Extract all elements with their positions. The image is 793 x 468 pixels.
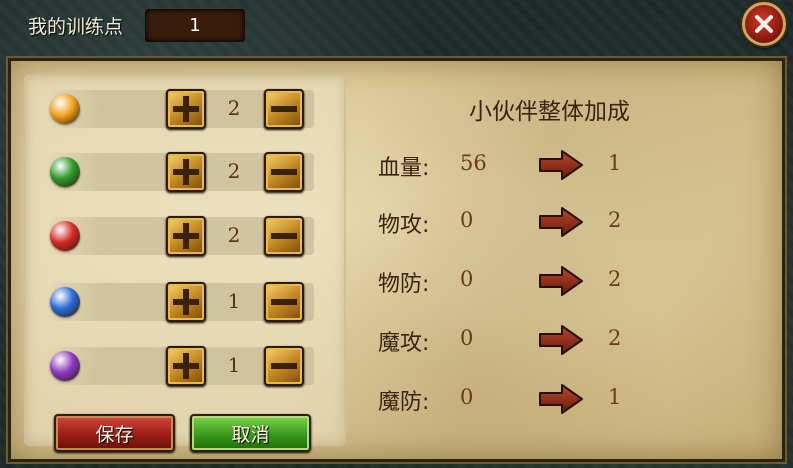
stat-value: 2 bbox=[227, 96, 241, 120]
bonus-label: 魔防: bbox=[378, 390, 430, 415]
bonus-label: 物防: bbox=[378, 272, 430, 297]
plus-icon bbox=[173, 159, 199, 185]
minus-icon bbox=[271, 169, 297, 175]
decrease-button[interactable] bbox=[264, 282, 304, 322]
minus-icon bbox=[271, 106, 297, 112]
training-panel bbox=[24, 74, 346, 446]
cancel-button[interactable]: 取消 bbox=[190, 414, 311, 452]
minus-icon bbox=[271, 299, 297, 305]
close-button[interactable] bbox=[742, 2, 786, 46]
red-orb-icon bbox=[50, 221, 80, 251]
arrow-right-icon bbox=[538, 149, 584, 181]
bonus-increase-value: 1 bbox=[608, 151, 622, 175]
plus-icon bbox=[173, 96, 199, 122]
plus-icon bbox=[173, 353, 199, 379]
stat-value: 1 bbox=[227, 353, 241, 377]
save-button[interactable]: 保存 bbox=[54, 414, 175, 452]
bonus-label: 物攻: bbox=[378, 213, 430, 238]
training-points-value: 1 bbox=[145, 9, 245, 42]
increase-button[interactable] bbox=[166, 216, 206, 256]
plus-icon bbox=[173, 223, 199, 249]
minus-icon bbox=[271, 233, 297, 239]
blue-orb-icon bbox=[50, 287, 80, 317]
increase-button[interactable] bbox=[166, 89, 206, 129]
decrease-button[interactable] bbox=[264, 216, 304, 256]
minus-icon bbox=[271, 363, 297, 369]
bonus-current-value: 56 bbox=[460, 151, 487, 175]
bonus-label: 血量: bbox=[378, 156, 430, 181]
arrow-right-icon bbox=[538, 324, 584, 356]
stat-value: 1 bbox=[227, 289, 241, 313]
bonus-title: 小伙伴整体加成 bbox=[469, 99, 630, 125]
training-points-label: 我的训练点 bbox=[28, 16, 124, 38]
decrease-button[interactable] bbox=[264, 346, 304, 386]
arrow-right-icon bbox=[538, 206, 584, 238]
bonus-current-value: 0 bbox=[460, 208, 474, 232]
bonus-increase-value: 2 bbox=[608, 326, 622, 350]
bonus-increase-value: 1 bbox=[608, 385, 622, 409]
increase-button[interactable] bbox=[166, 282, 206, 322]
arrow-right-icon bbox=[538, 265, 584, 297]
header-bar: 我的训练点 1 bbox=[0, 0, 793, 50]
stat-value: 2 bbox=[227, 159, 241, 183]
decrease-button[interactable] bbox=[264, 89, 304, 129]
increase-button[interactable] bbox=[166, 346, 206, 386]
bonus-current-value: 0 bbox=[460, 385, 474, 409]
arrow-right-icon bbox=[538, 383, 584, 415]
green-orb-icon bbox=[50, 157, 80, 187]
sun-orb-icon bbox=[50, 94, 80, 124]
increase-button[interactable] bbox=[166, 152, 206, 192]
bonus-increase-value: 2 bbox=[608, 267, 622, 291]
plus-icon bbox=[173, 289, 199, 315]
bonus-label: 魔攻: bbox=[378, 331, 430, 356]
decrease-button[interactable] bbox=[264, 152, 304, 192]
close-icon bbox=[755, 15, 773, 33]
bonus-current-value: 0 bbox=[460, 326, 474, 350]
bonus-current-value: 0 bbox=[460, 267, 474, 291]
bonus-increase-value: 2 bbox=[608, 208, 622, 232]
stat-value: 2 bbox=[227, 223, 241, 247]
purple-orb-icon bbox=[50, 351, 80, 381]
